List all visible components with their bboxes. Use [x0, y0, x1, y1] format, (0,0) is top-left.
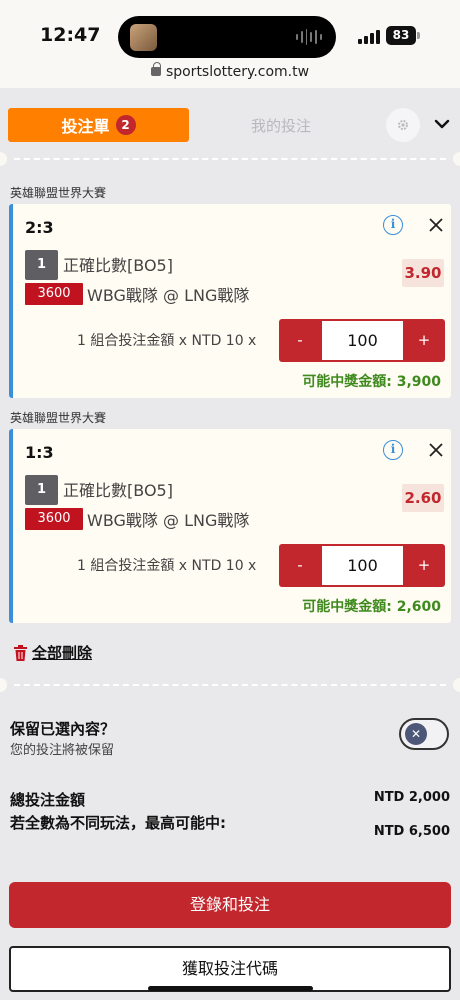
info-icon[interactable]: i: [383, 440, 403, 460]
battery-tip: [417, 32, 420, 39]
odds-value: 2.60: [402, 484, 444, 512]
max-payout-label: 若全數為不同玩法，最高可能中:: [10, 814, 227, 832]
dashed-divider: [0, 152, 460, 166]
match-id-badge: 3600: [25, 508, 83, 530]
tab-bet-slip[interactable]: 投注單 2: [8, 108, 189, 142]
bet-slip-panel: 投注單 2 我的投注 英雄聯盟世界大賽 2:3 i 1 正確比數[BO5] 3.…: [0, 98, 460, 1000]
decrease-stake-button[interactable]: -: [279, 319, 321, 362]
market-name: 正確比數[BO5]: [63, 256, 173, 275]
gear-icon: [398, 120, 408, 130]
leg-number-badge: 1: [25, 250, 58, 280]
audio-wave-icon: [296, 28, 322, 46]
increase-stake-button[interactable]: +: [403, 319, 445, 362]
now-playing-thumbnail: [130, 24, 157, 51]
potential-prize: 可能中獎金額: 3,900: [302, 374, 441, 390]
stake-input[interactable]: 100: [322, 546, 403, 585]
increase-stake-button[interactable]: +: [403, 544, 445, 587]
login-and-bet-button[interactable]: 登錄和投注: [9, 882, 451, 928]
trash-icon: [14, 644, 27, 661]
odds-value: 3.90: [402, 259, 444, 287]
bet-selection-score: 1:3: [25, 443, 54, 462]
bet-selection-score: 2:3: [25, 218, 54, 237]
toggle-off-icon: ✕: [405, 723, 427, 745]
match-name: WBG戰隊 @ LNG戰隊: [87, 286, 250, 305]
total-stake-value: NTD 2,000: [373, 790, 450, 805]
lock-icon: [150, 62, 161, 76]
tab-bet-slip-label: 投注單: [61, 117, 110, 136]
delete-all-label: 全部刪除: [32, 644, 93, 662]
delete-all-button[interactable]: 全部刪除: [13, 642, 92, 663]
signal-icon: [358, 30, 380, 44]
tab-my-bets[interactable]: 我的投注: [208, 108, 354, 142]
close-icon[interactable]: [427, 441, 445, 459]
max-payout-value: NTD 6,500: [373, 824, 450, 839]
decrease-stake-button[interactable]: -: [279, 544, 321, 587]
tab-bar: 投注單 2 我的投注: [8, 108, 452, 142]
bet-count-badge: 2: [115, 115, 136, 135]
home-indicator[interactable]: [148, 986, 313, 991]
bet-card: 2:3 i 1 正確比數[BO5] 3.90 3600 WBG戰隊 @ LNG戰…: [9, 204, 451, 398]
status-bar: 12:47 83 sportslottery.com.tw: [0, 0, 460, 88]
league-label: 英雄聯盟世界大賽: [10, 186, 107, 200]
status-time: 12:47: [40, 24, 101, 46]
potential-prize: 可能中獎金額: 2,600: [302, 599, 441, 615]
keep-selection-toggle[interactable]: ✕: [399, 718, 449, 750]
url-bar[interactable]: sportslottery.com.tw: [0, 62, 460, 80]
stake-label: 1 組合投注金額 x NTD 10 x: [77, 333, 257, 349]
url-text: sportslottery.com.tw: [165, 64, 310, 80]
battery-icon: 83: [386, 26, 416, 45]
total-stake-label: 總投注金額: [10, 791, 86, 809]
league-label: 英雄聯盟世界大賽: [10, 411, 107, 425]
match-id-badge: 3600: [25, 283, 83, 305]
dynamic-island[interactable]: [118, 16, 336, 58]
dashed-divider: [0, 678, 460, 692]
bet-card: 1:3 i 1 正確比數[BO5] 2.60 3600 WBG戰隊 @ LNG戰…: [9, 429, 451, 623]
chevron-down-icon[interactable]: [434, 116, 450, 132]
stake-stepper: - 100 +: [279, 319, 445, 362]
stake-input[interactable]: 100: [322, 321, 403, 360]
match-name: WBG戰隊 @ LNG戰隊: [87, 511, 250, 530]
stake-label: 1 組合投注金額 x NTD 10 x: [77, 558, 257, 574]
settings-button[interactable]: [386, 108, 420, 142]
close-icon[interactable]: [427, 216, 445, 234]
leg-number-badge: 1: [25, 475, 58, 505]
info-icon[interactable]: i: [383, 215, 403, 235]
keep-selection-subtitle: 您的投注將被保留: [10, 743, 115, 758]
stake-stepper: - 100 +: [279, 544, 445, 587]
keep-selection-title: 保留已選內容？: [10, 720, 116, 738]
market-name: 正確比數[BO5]: [63, 481, 173, 500]
